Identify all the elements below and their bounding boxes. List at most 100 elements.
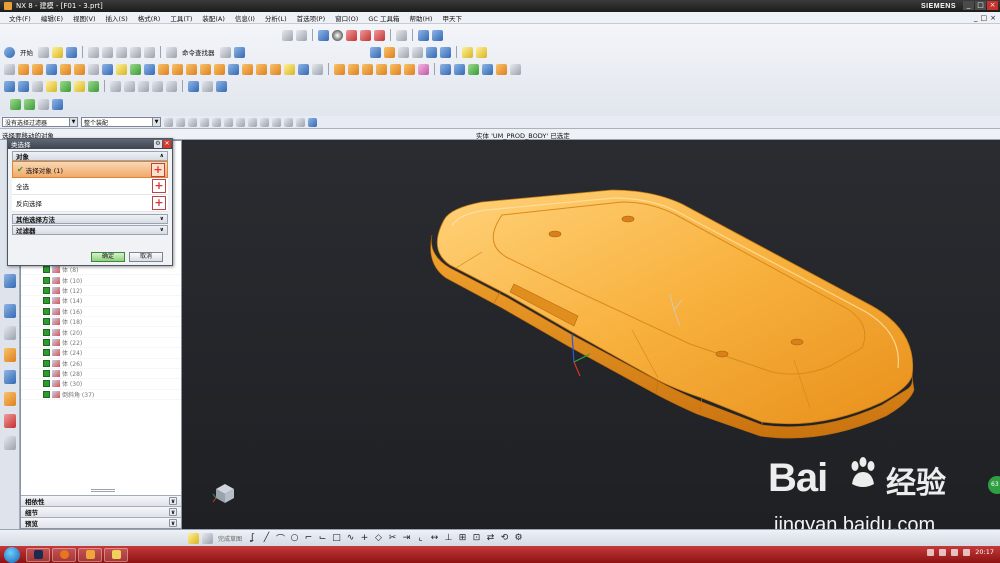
line-icon[interactable]: ╱ — [261, 533, 272, 543]
offset-sketch-curve-icon[interactable]: ◇ — [373, 533, 384, 543]
select-all-crosshair-icon[interactable]: + — [152, 179, 166, 193]
redo-icon[interactable] — [144, 46, 155, 58]
pocket-icon[interactable] — [74, 63, 85, 75]
feature-row[interactable]: 倒斜角 (37) — [21, 390, 181, 401]
circle-icon[interactable]: ○ — [289, 533, 300, 543]
checkbox-icon[interactable] — [43, 380, 50, 388]
pattern-icon[interactable] — [130, 63, 141, 75]
part-navigator-icon[interactable] — [4, 326, 16, 340]
alternate-solution-icon[interactable]: ⟲ — [499, 533, 510, 543]
other-methods-group-header[interactable]: 其他选择方法 ∨ — [12, 214, 168, 224]
snap-point-icon[interactable] — [212, 117, 221, 127]
menu-view[interactable]: 视图(V) — [68, 13, 101, 23]
chevron-down-icon[interactable]: ∨ — [169, 508, 177, 516]
profile-icon[interactable]: ʆ — [247, 533, 258, 543]
menu-tools[interactable]: 工具(T) — [165, 13, 197, 23]
dependencies-section[interactable]: 相依性 ∨ — [21, 495, 181, 506]
snap-intersection-icon[interactable] — [260, 117, 269, 127]
face-rule-icon[interactable] — [200, 117, 209, 127]
infer-constraints-icon[interactable]: ⚙ — [513, 533, 524, 543]
invert-selection-crosshair-icon[interactable]: + — [152, 196, 166, 210]
synch-offset-region-icon[interactable] — [362, 63, 373, 75]
revolve-icon[interactable] — [32, 63, 43, 75]
synch-delete-face-icon[interactable] — [404, 63, 415, 75]
measure-distance-icon[interactable] — [462, 46, 473, 58]
doc-close-button[interactable]: × — [990, 14, 996, 22]
checkbox-icon[interactable] — [43, 349, 50, 357]
orient-view-icon[interactable] — [296, 29, 307, 41]
assembly-navigator-icon[interactable] — [4, 274, 16, 288]
auto-constrain-icon[interactable]: ⊞ — [457, 533, 468, 543]
snap-control-point-icon[interactable] — [248, 117, 257, 127]
menu-analysis[interactable]: 分析(L) — [260, 13, 292, 23]
chamfer-sketch-icon[interactable]: ⌙ — [317, 533, 328, 543]
history-icon[interactable] — [4, 304, 16, 318]
examine-geometry-icon[interactable] — [38, 98, 49, 110]
synch-move-face-icon[interactable] — [334, 63, 345, 75]
crosshair-select-icon[interactable]: + — [151, 162, 165, 177]
make-corner-icon[interactable]: ⌞ — [415, 533, 426, 543]
checkbox-icon[interactable] — [43, 390, 50, 398]
selection-scope-dropdown[interactable]: 整个装配 ▼ — [81, 117, 161, 127]
menu-gc-toolkit[interactable]: GC 工具箱 — [363, 13, 404, 23]
mounting-hole[interactable] — [790, 338, 804, 346]
menu-format[interactable]: 格式(R) — [133, 13, 166, 23]
menu-edit[interactable]: 编辑(E) — [36, 13, 68, 23]
checkbox-icon[interactable] — [43, 307, 50, 315]
invert-selection-row[interactable]: 反向选择 + — [12, 195, 168, 212]
extend-sheet-icon[interactable] — [124, 80, 135, 92]
palettes-icon[interactable] — [4, 414, 16, 428]
sketch-icon[interactable] — [4, 63, 15, 75]
tray-network-icon[interactable] — [927, 548, 935, 556]
checkbox-icon[interactable] — [43, 359, 50, 367]
undo-icon[interactable] — [130, 46, 141, 58]
hole-icon[interactable] — [46, 63, 57, 75]
curve-arc-icon[interactable] — [454, 63, 465, 75]
close-button[interactable]: × — [987, 1, 998, 10]
checkbox-icon[interactable] — [43, 318, 50, 326]
feature-row[interactable]: 体 (22) — [21, 338, 181, 349]
type-filter-dropdown[interactable]: 没有选择过滤器 ▼ — [2, 117, 78, 127]
clock[interactable]: 20:17 — [975, 548, 994, 556]
open-file-icon[interactable] — [52, 46, 63, 58]
filter-group-header[interactable]: 过滤器 ∨ — [12, 225, 168, 235]
cut-icon[interactable] — [88, 46, 99, 58]
move-object-icon[interactable] — [384, 46, 395, 58]
show-only-icon[interactable] — [426, 46, 437, 58]
snap-center-icon[interactable] — [272, 117, 281, 127]
command-finder-label[interactable]: 命令查找器 — [180, 47, 217, 57]
checkbox-icon[interactable] — [43, 370, 50, 378]
unite-icon[interactable] — [158, 63, 169, 75]
constraint-icon[interactable]: ⊥ — [443, 533, 454, 543]
deselect-all-icon[interactable] — [176, 117, 185, 127]
subtract-icon[interactable] — [172, 63, 183, 75]
finish-sketch-icon[interactable] — [188, 532, 199, 544]
curve-spline-icon[interactable] — [468, 63, 479, 75]
menu-information[interactable]: 信息(I) — [230, 13, 260, 23]
snap-on-curve-icon[interactable] — [308, 117, 317, 127]
swept-icon[interactable] — [32, 80, 43, 92]
replace-face-icon[interactable] — [298, 63, 309, 75]
feature-row[interactable]: 体 (14) — [21, 296, 181, 307]
edit-object-icon[interactable] — [418, 29, 429, 41]
bounded-plane-icon[interactable] — [74, 80, 85, 92]
checkbox-icon[interactable] — [43, 297, 50, 305]
model-compare-icon[interactable] — [52, 98, 63, 110]
menu-help[interactable]: 帮助(H) — [404, 13, 437, 23]
feature-row[interactable]: 体 (30) — [21, 379, 181, 390]
ruled-icon[interactable] — [46, 80, 57, 92]
checkbox-icon[interactable] — [43, 328, 50, 336]
ok-button[interactable]: 确定 — [91, 252, 125, 262]
select-all-icon[interactable] — [164, 117, 173, 127]
chevron-down-icon[interactable]: ∨ — [169, 519, 177, 527]
quick-trim-icon[interactable]: ✂ — [387, 533, 398, 543]
synch-pull-face-icon[interactable] — [348, 63, 359, 75]
offset-surface-icon[interactable] — [138, 80, 149, 92]
mounting-hole[interactable] — [621, 215, 635, 223]
studio-spline-icon[interactable]: ∿ — [345, 533, 356, 543]
maximize-button[interactable]: □ — [975, 1, 986, 10]
tray-flag-icon[interactable] — [939, 548, 947, 556]
offset-face-icon[interactable] — [284, 63, 295, 75]
checkbox-icon[interactable] — [43, 276, 50, 284]
delete-icon[interactable] — [116, 46, 127, 58]
